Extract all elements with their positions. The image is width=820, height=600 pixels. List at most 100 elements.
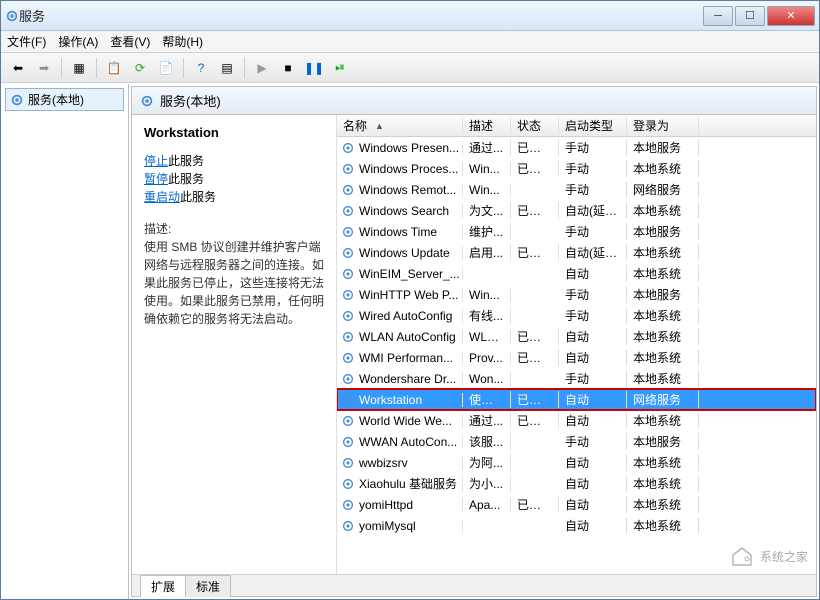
service-name: Windows Time	[359, 225, 437, 239]
tree-item-services-local[interactable]: 服务(本地)	[5, 88, 124, 111]
service-row[interactable]: Xiaohulu 基础服务为小...自动本地系统	[337, 473, 816, 494]
stop-link[interactable]: 停止	[144, 154, 168, 168]
service-row[interactable]: Windows Update启用...已启动自动(延迟...本地系统	[337, 242, 816, 263]
menu-view[interactable]: 查看(V)	[110, 33, 150, 50]
service-logon: 本地系统	[627, 475, 699, 492]
service-startup: 手动	[559, 181, 627, 198]
service-row[interactable]: Windows Presen...通过...已启动手动本地服务	[337, 137, 816, 158]
service-name: WinHTTP Web P...	[359, 288, 458, 302]
column-description[interactable]: 描述	[463, 117, 511, 134]
service-icon	[341, 498, 355, 512]
service-row[interactable]: Windows Proces...Win...已启动手动本地系统	[337, 158, 816, 179]
service-row[interactable]: WMI Performan...Prov...已启动自动本地系统	[337, 347, 816, 368]
close-button[interactable]: ✕	[767, 6, 815, 26]
start-service-button[interactable]: ▶	[251, 57, 273, 79]
service-row[interactable]: wwbizsrv为阿...自动本地系统	[337, 452, 816, 473]
details-pane: Workstation 停止此服务 暂停此服务 重启动此服务 描述: 使用 SM…	[132, 115, 337, 574]
service-name: Wired AutoConfig	[359, 309, 452, 323]
export-button[interactable]: 📄	[155, 57, 177, 79]
pause-link[interactable]: 暂停	[144, 172, 168, 186]
service-desc: 启用...	[463, 244, 511, 261]
tab-standard[interactable]: 标准	[185, 575, 231, 597]
properties-button[interactable]: 📋	[103, 57, 125, 79]
restart-link[interactable]: 重启动	[144, 190, 180, 204]
service-icon	[341, 351, 355, 365]
service-startup: 手动	[559, 223, 627, 240]
action-button[interactable]: ▤	[216, 57, 238, 79]
service-status: 已启动	[511, 244, 559, 261]
pause-service-button[interactable]: ❚❚	[303, 57, 325, 79]
service-desc: 使用 ...	[463, 391, 511, 408]
navigation-tree[interactable]: 服务(本地)	[1, 84, 129, 599]
service-name: Windows Remot...	[359, 183, 456, 197]
service-icon	[341, 435, 355, 449]
service-desc: Win...	[463, 183, 511, 197]
service-row[interactable]: Wondershare Dr...Won...手动本地系统	[337, 368, 816, 389]
menu-file[interactable]: 文件(F)	[7, 33, 46, 50]
service-startup: 自动	[559, 265, 627, 282]
service-logon: 本地服务	[627, 286, 699, 303]
service-row[interactable]: WinEIM_Server_...自动本地系统	[337, 263, 816, 284]
list-rows: Windows Presen...通过...已启动手动本地服务Windows P…	[337, 137, 816, 536]
service-startup: 手动	[559, 286, 627, 303]
service-desc: 为小...	[463, 475, 511, 492]
menu-help[interactable]: 帮助(H)	[162, 33, 203, 50]
service-name: WLAN AutoConfig	[359, 330, 456, 344]
tree-item-label: 服务(本地)	[28, 91, 84, 108]
sort-ascending-icon: ▲	[375, 121, 384, 131]
menu-action[interactable]: 操作(A)	[58, 33, 98, 50]
service-desc: 通过...	[463, 412, 511, 429]
service-startup: 自动	[559, 412, 627, 429]
service-desc: 有线...	[463, 307, 511, 324]
column-status[interactable]: 状态	[511, 117, 559, 134]
service-row[interactable]: WWAN AutoCon...该服...手动本地服务	[337, 431, 816, 452]
service-row[interactable]: Windows Time维护...手动本地服务	[337, 221, 816, 242]
help-button[interactable]: ?	[190, 57, 212, 79]
column-logon-as[interactable]: 登录为	[627, 117, 699, 134]
service-row[interactable]: yomiHttpdApa...已启动自动本地系统	[337, 494, 816, 515]
show-hide-tree-button[interactable]: ▦	[68, 57, 90, 79]
refresh-button[interactable]: ⟳	[129, 57, 151, 79]
service-icon	[341, 414, 355, 428]
service-name: Windows Proces...	[359, 162, 458, 176]
service-logon: 本地服务	[627, 139, 699, 156]
service-icon	[341, 393, 355, 407]
service-status: 已启动	[511, 496, 559, 513]
service-logon: 本地系统	[627, 412, 699, 429]
service-status: 已启动	[511, 160, 559, 177]
forward-button[interactable]: ➡	[33, 57, 55, 79]
service-row[interactable]: WinHTTP Web P...Win...手动本地服务	[337, 284, 816, 305]
service-row[interactable]: World Wide We...通过...已启动自动本地系统	[337, 410, 816, 431]
service-row[interactable]: WLAN AutoConfigWLA...已启动自动本地系统	[337, 326, 816, 347]
service-name: Wondershare Dr...	[359, 372, 456, 386]
service-logon: 本地系统	[627, 307, 699, 324]
view-tabs: 扩展 标准	[132, 574, 816, 596]
service-startup: 自动	[559, 349, 627, 366]
minimize-button[interactable]: ─	[703, 6, 733, 26]
service-desc: Apa...	[463, 498, 511, 512]
service-icon	[341, 309, 355, 323]
service-startup: 自动	[559, 475, 627, 492]
service-row[interactable]: yomiMysql自动本地系统	[337, 515, 816, 536]
column-name[interactable]: 名称▲	[337, 117, 463, 134]
service-startup: 自动	[559, 454, 627, 471]
stop-service-button[interactable]: ■	[277, 57, 299, 79]
separator	[183, 58, 184, 78]
service-logon: 本地系统	[627, 328, 699, 345]
service-row[interactable]: Wired AutoConfig有线...手动本地系统	[337, 305, 816, 326]
service-row[interactable]: Windows Remot...Win...手动网络服务	[337, 179, 816, 200]
service-startup: 自动	[559, 517, 627, 534]
column-startup-type[interactable]: 启动类型	[559, 117, 627, 134]
services-list[interactable]: 名称▲ 描述 状态 启动类型 登录为 Windows Presen...通过..…	[337, 115, 816, 574]
tab-extended[interactable]: 扩展	[140, 575, 186, 597]
service-row[interactable]: Workstation使用 ...已启动自动网络服务	[337, 389, 816, 410]
maximize-button[interactable]: ☐	[735, 6, 765, 26]
service-desc: Prov...	[463, 351, 511, 365]
service-row[interactable]: Windows Search为文...已启动自动(延迟...本地系统	[337, 200, 816, 221]
titlebar[interactable]: 服务 ─ ☐ ✕	[1, 1, 819, 31]
service-logon: 本地系统	[627, 160, 699, 177]
restart-service-button[interactable]: ⏯	[329, 57, 351, 79]
service-startup: 自动	[559, 391, 627, 408]
watermark: 系统之家	[730, 544, 808, 568]
back-button[interactable]: ⬅	[7, 57, 29, 79]
